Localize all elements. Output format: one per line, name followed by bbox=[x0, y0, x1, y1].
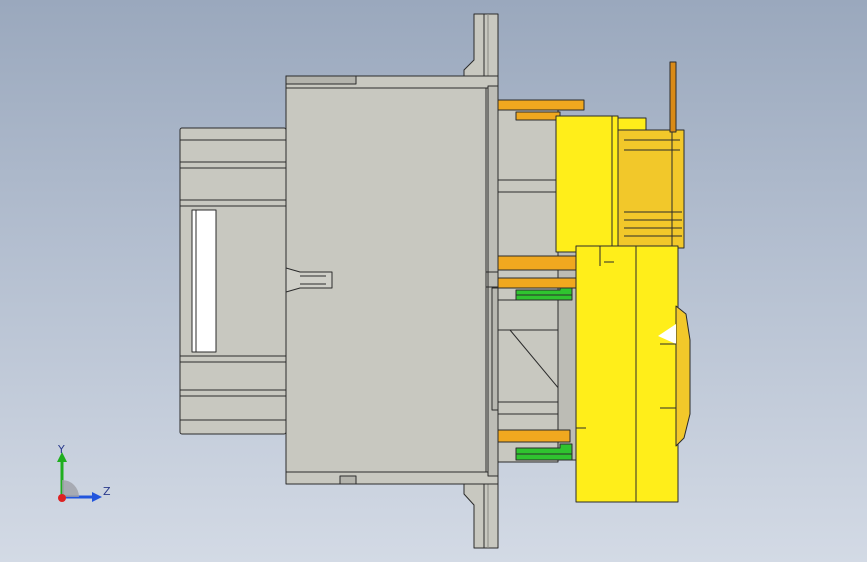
terminal-pin bbox=[669, 61, 677, 133]
x-axis-dot bbox=[58, 494, 66, 502]
y-axis-label: Y bbox=[58, 443, 65, 456]
z-axis-label: Z bbox=[103, 485, 111, 498]
front-plug bbox=[179, 127, 287, 435]
cad-viewport[interactable]: Y Z bbox=[0, 0, 867, 562]
coordinate-triad[interactable]: Y Z bbox=[50, 440, 120, 510]
connector-model[interactable] bbox=[0, 0, 867, 562]
yellow-upper-block bbox=[555, 115, 685, 253]
yellow-lower-block bbox=[575, 245, 691, 503]
